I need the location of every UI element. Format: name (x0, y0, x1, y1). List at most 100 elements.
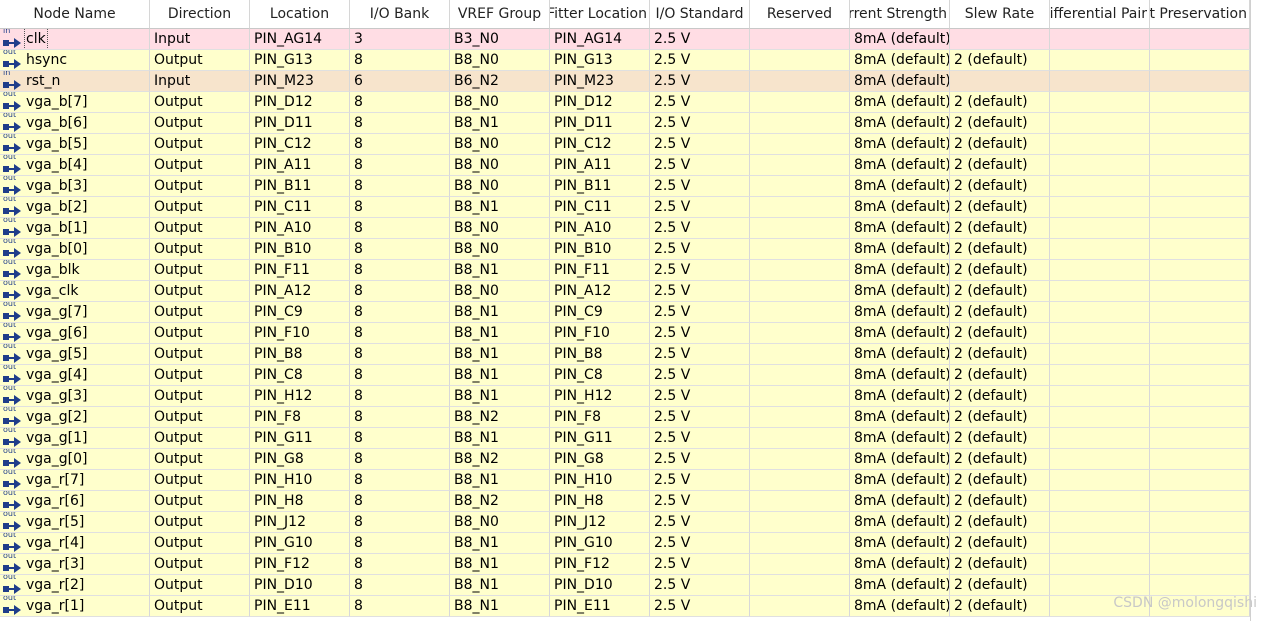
differential-pair-cell[interactable] (1050, 323, 1150, 344)
reserved-cell[interactable] (750, 218, 850, 239)
location-cell[interactable]: PIN_A12 (250, 281, 350, 302)
fitter-location-cell[interactable]: PIN_C12 (550, 134, 650, 155)
table-row[interactable]: out vga_g[0] Output PIN_G8 8 B8_N2 PIN_G8 2.5 V… (0, 449, 1250, 470)
direction-cell[interactable]: Output (150, 449, 250, 470)
direction-cell[interactable]: Output (150, 344, 250, 365)
direction-cell[interactable]: Output (150, 197, 250, 218)
io-bank-cell[interactable]: 8 (350, 449, 450, 470)
current-strength-cell[interactable]: 8mA (default) (850, 197, 950, 218)
table-row[interactable]: out vga_b[1] Output PIN_A10 8 B8_N0 PIN_A10 2.5… (0, 218, 1250, 239)
vref-group-cell[interactable]: B8_N0 (450, 92, 550, 113)
differential-pair-cell[interactable] (1050, 218, 1150, 239)
node-name-cell[interactable]: in clk (0, 29, 150, 50)
reserved-cell[interactable] (750, 512, 850, 533)
vref-group-cell[interactable]: B8_N1 (450, 428, 550, 449)
direction-cell[interactable]: Output (150, 596, 250, 617)
slew-rate-cell[interactable]: 2 (default) (950, 155, 1050, 176)
fitter-location-cell[interactable]: PIN_B10 (550, 239, 650, 260)
column-header-io-standard[interactable]: I/O Standard (650, 0, 750, 29)
reserved-cell[interactable] (750, 596, 850, 617)
node-name-cell[interactable]: out vga_clk (0, 281, 150, 302)
location-cell[interactable]: PIN_AG14 (250, 29, 350, 50)
column-header-slew-rate[interactable]: Slew Rate (950, 0, 1050, 29)
node-name-cell[interactable]: out vga_r[5] (0, 512, 150, 533)
differential-pair-cell[interactable] (1050, 260, 1150, 281)
location-cell[interactable]: PIN_C8 (250, 365, 350, 386)
location-cell[interactable]: PIN_H8 (250, 491, 350, 512)
reserved-cell[interactable] (750, 197, 850, 218)
table-row[interactable]: out vga_r[3] Output PIN_F12 8 B8_N1 PIN_F12 2.5… (0, 554, 1250, 575)
location-cell[interactable]: PIN_A11 (250, 155, 350, 176)
column-header-location[interactable]: Location (250, 0, 350, 29)
direction-cell[interactable]: Output (150, 281, 250, 302)
node-name-cell[interactable]: out vga_blk (0, 260, 150, 281)
table-row[interactable]: out vga_r[6] Output PIN_H8 8 B8_N2 PIN_H8 2.5 V… (0, 491, 1250, 512)
io-standard-cell[interactable]: 2.5 V (650, 113, 750, 134)
current-strength-cell[interactable]: 8mA (default) (850, 491, 950, 512)
fitter-location-cell[interactable]: PIN_D12 (550, 92, 650, 113)
fitter-location-cell[interactable]: PIN_F8 (550, 407, 650, 428)
fitter-location-cell[interactable]: PIN_G11 (550, 428, 650, 449)
reserved-cell[interactable] (750, 239, 850, 260)
strict-preservation-cell[interactable] (1150, 113, 1250, 134)
strict-preservation-cell[interactable] (1150, 344, 1250, 365)
node-name-cell[interactable]: out vga_r[3] (0, 554, 150, 575)
direction-cell[interactable]: Output (150, 386, 250, 407)
io-standard-cell[interactable]: 2.5 V (650, 386, 750, 407)
table-row[interactable]: out vga_g[4] Output PIN_C8 8 B8_N1 PIN_C8 2.5 V… (0, 365, 1250, 386)
current-strength-cell[interactable]: 8mA (default) (850, 512, 950, 533)
node-name-cell[interactable]: out vga_b[6] (0, 113, 150, 134)
strict-preservation-cell[interactable] (1150, 302, 1250, 323)
fitter-location-cell[interactable]: PIN_H8 (550, 491, 650, 512)
node-name-cell[interactable]: out hsync (0, 50, 150, 71)
node-name-cell[interactable]: out vga_g[5] (0, 344, 150, 365)
vref-group-cell[interactable]: B8_N1 (450, 554, 550, 575)
current-strength-cell[interactable]: 8mA (default) (850, 344, 950, 365)
slew-rate-cell[interactable]: 2 (default) (950, 533, 1050, 554)
differential-pair-cell[interactable] (1050, 428, 1150, 449)
location-cell[interactable]: PIN_F8 (250, 407, 350, 428)
io-standard-cell[interactable]: 2.5 V (650, 29, 750, 50)
reserved-cell[interactable] (750, 176, 850, 197)
io-standard-cell[interactable]: 2.5 V (650, 71, 750, 92)
node-name-cell[interactable]: out vga_r[6] (0, 491, 150, 512)
io-bank-cell[interactable]: 8 (350, 365, 450, 386)
reserved-cell[interactable] (750, 302, 850, 323)
table-row[interactable]: out vga_r[5] Output PIN_J12 8 B8_N0 PIN_J12 2.5… (0, 512, 1250, 533)
table-row[interactable]: out vga_g[2] Output PIN_F8 8 B8_N2 PIN_F8 2.5 V… (0, 407, 1250, 428)
current-strength-cell[interactable]: 8mA (default) (850, 365, 950, 386)
current-strength-cell[interactable]: 8mA (default) (850, 155, 950, 176)
differential-pair-cell[interactable] (1050, 491, 1150, 512)
location-cell[interactable]: PIN_G11 (250, 428, 350, 449)
vref-group-cell[interactable]: B8_N1 (450, 470, 550, 491)
io-standard-cell[interactable]: 2.5 V (650, 218, 750, 239)
node-name-cell[interactable]: out vga_g[3] (0, 386, 150, 407)
reserved-cell[interactable] (750, 155, 850, 176)
io-bank-cell[interactable]: 8 (350, 281, 450, 302)
slew-rate-cell[interactable]: 2 (default) (950, 512, 1050, 533)
location-cell[interactable]: PIN_H10 (250, 470, 350, 491)
differential-pair-cell[interactable] (1050, 134, 1150, 155)
location-cell[interactable]: PIN_H12 (250, 386, 350, 407)
io-bank-cell[interactable]: 8 (350, 218, 450, 239)
differential-pair-cell[interactable] (1050, 29, 1150, 50)
vref-group-cell[interactable]: B8_N0 (450, 134, 550, 155)
strict-preservation-cell[interactable] (1150, 134, 1250, 155)
table-row[interactable]: out vga_blk Output PIN_F11 8 B8_N1 PIN_F11 2.5 … (0, 260, 1250, 281)
direction-cell[interactable]: Output (150, 218, 250, 239)
reserved-cell[interactable] (750, 470, 850, 491)
slew-rate-cell[interactable]: 2 (default) (950, 281, 1050, 302)
location-cell[interactable]: PIN_D12 (250, 92, 350, 113)
location-cell[interactable]: PIN_F10 (250, 323, 350, 344)
io-standard-cell[interactable]: 2.5 V (650, 491, 750, 512)
io-bank-cell[interactable]: 8 (350, 407, 450, 428)
current-strength-cell[interactable]: 8mA (default) (850, 302, 950, 323)
location-cell[interactable]: PIN_D11 (250, 113, 350, 134)
table-row[interactable]: in rst_n Input PIN_M23 6 B6_N2 PIN_M23 2.5 V 8mA… (0, 71, 1250, 92)
fitter-location-cell[interactable]: PIN_C9 (550, 302, 650, 323)
differential-pair-cell[interactable] (1050, 512, 1150, 533)
strict-preservation-cell[interactable] (1150, 71, 1250, 92)
reserved-cell[interactable] (750, 554, 850, 575)
current-strength-cell[interactable]: 8mA (default) (850, 575, 950, 596)
direction-cell[interactable]: Output (150, 302, 250, 323)
